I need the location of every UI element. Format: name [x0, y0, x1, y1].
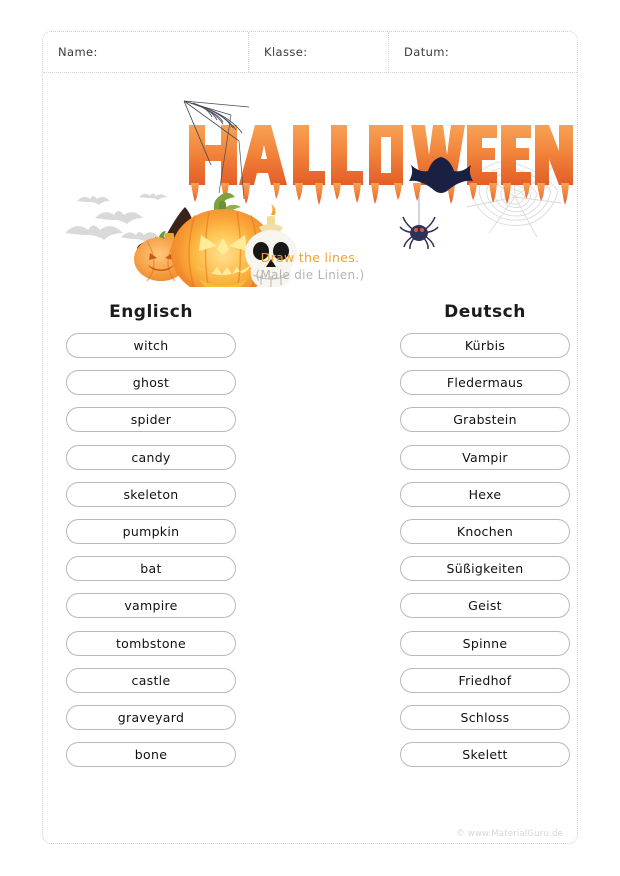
english-word-box[interactable]: bone — [66, 742, 236, 768]
german-word-box[interactable]: Knochen — [400, 518, 570, 544]
english-word-box[interactable]: candy — [66, 444, 236, 470]
german-word-box[interactable]: Spinne — [400, 630, 570, 656]
english-word-box[interactable]: spider — [66, 407, 236, 433]
german-word-box[interactable]: Skelett — [400, 742, 570, 768]
english-word-box[interactable]: vampire — [66, 593, 236, 619]
halloween-title-text — [189, 125, 573, 205]
name-field[interactable]: Name: — [43, 32, 249, 72]
english-word-box[interactable]: graveyard — [66, 704, 236, 730]
column-heading-english: Englisch — [109, 302, 193, 322]
english-word-box[interactable]: pumpkin — [66, 518, 236, 544]
class-label: Klasse: — [264, 45, 308, 59]
instructions-block: Draw the lines. (Male die Linien.) — [43, 250, 577, 283]
date-label: Datum: — [404, 45, 450, 59]
worksheet-page: Name: Klasse: Datum: Draw the lines. (Ma… — [42, 31, 578, 844]
name-label: Name: — [58, 45, 98, 59]
student-info-row: Name: Klasse: Datum: — [43, 32, 577, 73]
english-word-box[interactable]: skeleton — [66, 481, 236, 507]
german-word-box[interactable]: Vampir — [400, 444, 570, 470]
instruction-english: Draw the lines. — [260, 250, 360, 265]
english-word-box[interactable]: castle — [66, 667, 236, 693]
german-word-box[interactable]: Friedhof — [400, 667, 570, 693]
english-word-box[interactable]: ghost — [66, 370, 236, 396]
german-word-column: Kürbis Fledermaus Grabstein Vampir Hexe Knoch… — [400, 333, 570, 779]
german-word-box[interactable]: Kürbis — [400, 333, 570, 358]
german-word-box[interactable]: Geist — [400, 593, 570, 619]
german-word-box[interactable]: Süßigkeiten — [400, 556, 570, 582]
english-word-box[interactable]: tombstone — [66, 630, 236, 656]
german-word-box[interactable]: Fledermaus — [400, 370, 570, 396]
english-word-box[interactable]: bat — [66, 556, 236, 582]
spider-icon — [399, 193, 439, 250]
english-word-column: witch ghost spider candy skeleton pumpkin bat v… — [66, 333, 236, 779]
german-word-box[interactable]: Hexe — [400, 481, 570, 507]
english-word-box[interactable]: witch — [66, 333, 236, 358]
instruction-german: (Male die Linien.) — [255, 268, 365, 282]
spider-body — [410, 225, 428, 241]
german-word-box[interactable]: Schloss — [400, 704, 570, 730]
date-field[interactable]: Datum: — [389, 32, 577, 72]
flying-bats-decoration — [65, 193, 167, 242]
german-word-box[interactable]: Grabstein — [400, 407, 570, 433]
copyright-footer: © www.MaterialGuru.de — [456, 829, 563, 839]
column-heading-german: Deutsch — [444, 302, 526, 322]
class-field[interactable]: Klasse: — [249, 32, 389, 72]
